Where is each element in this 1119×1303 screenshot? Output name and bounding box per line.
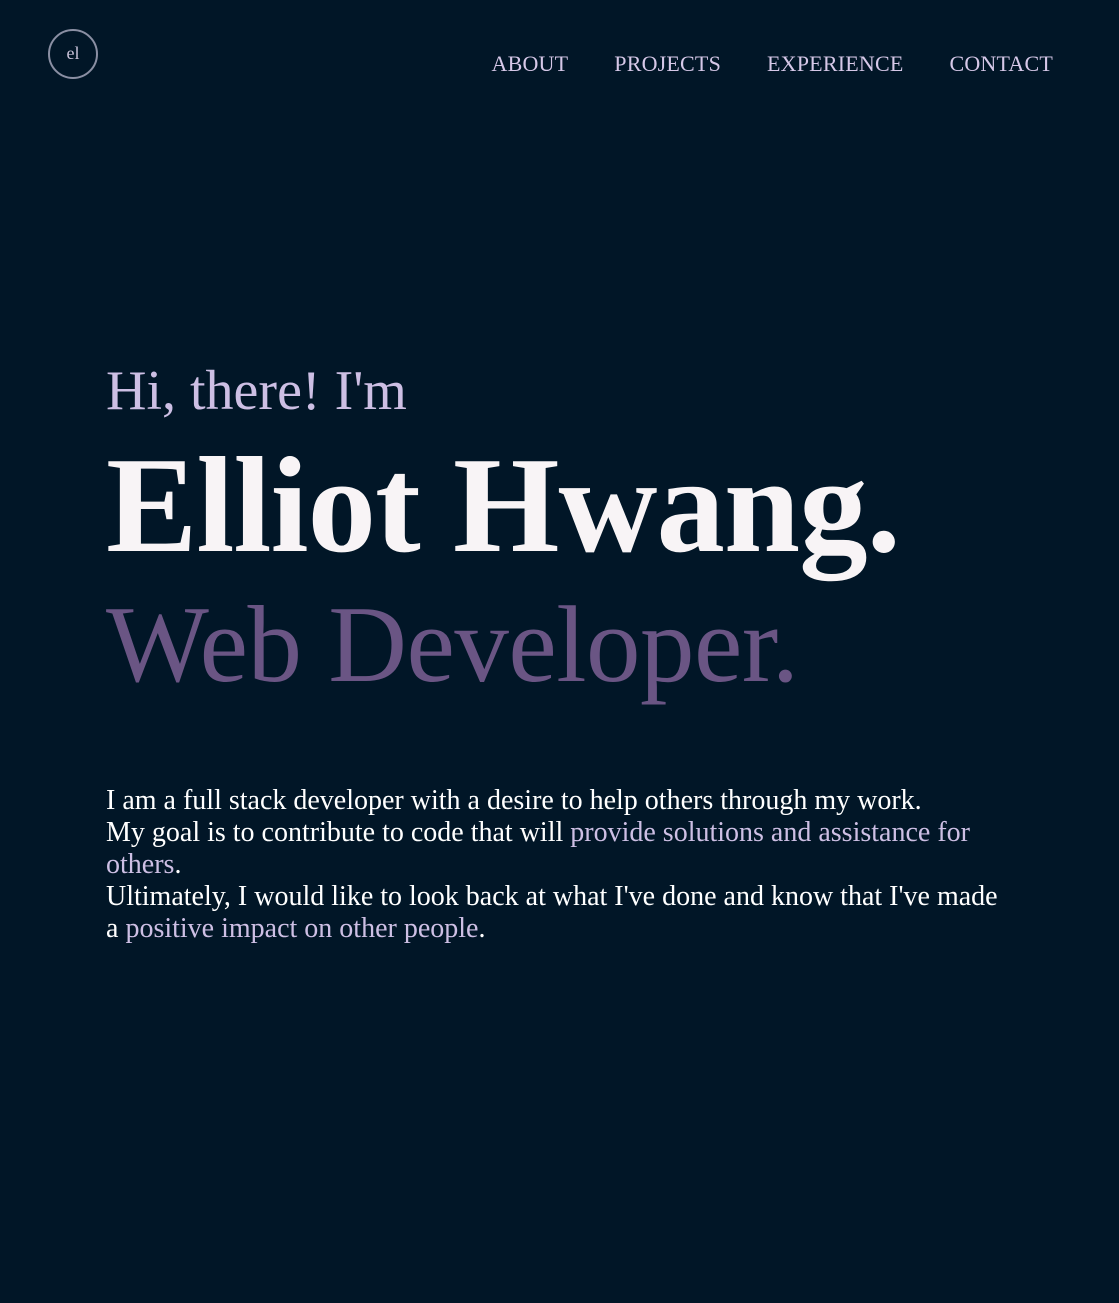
hero-section: Hi, there! I'm Elliot Hwang. Web Develop…: [106, 356, 1026, 710]
nav-about-link[interactable]: ABOUT: [491, 50, 568, 78]
bio-line-3-period: .: [478, 913, 486, 944]
bio-line-2-text: My goal is to contribute to code that wi…: [106, 817, 571, 848]
bio-line-2-period: .: [174, 849, 182, 880]
bio-section: I am a full stack developer with a desir…: [106, 785, 1006, 945]
bio-line-1: I am a full stack developer with a desir…: [106, 785, 922, 816]
nav-contact-link[interactable]: CONTACT: [949, 50, 1053, 78]
main-nav: ABOUT PROJECTS EXPERIENCE CONTACT: [445, 50, 1053, 78]
bio-highlight-impact: positive impact on other people: [125, 913, 479, 944]
nav-experience-link[interactable]: EXPERIENCE: [767, 50, 903, 78]
nav-projects-link[interactable]: PROJECTS: [614, 50, 721, 78]
hero-role: Web Developer.: [106, 584, 799, 705]
logo-badge[interactable]: el: [48, 29, 98, 79]
hero-name: Elliot Hwang.: [106, 429, 901, 581]
bio-line-2: My goal is to contribute to code that wi…: [106, 817, 1006, 881]
hero-greeting: Hi, there! I'm: [106, 360, 407, 422]
logo-text: el: [66, 43, 80, 63]
bio-line-3: Ultimately, I would like to look back at…: [106, 881, 1006, 945]
